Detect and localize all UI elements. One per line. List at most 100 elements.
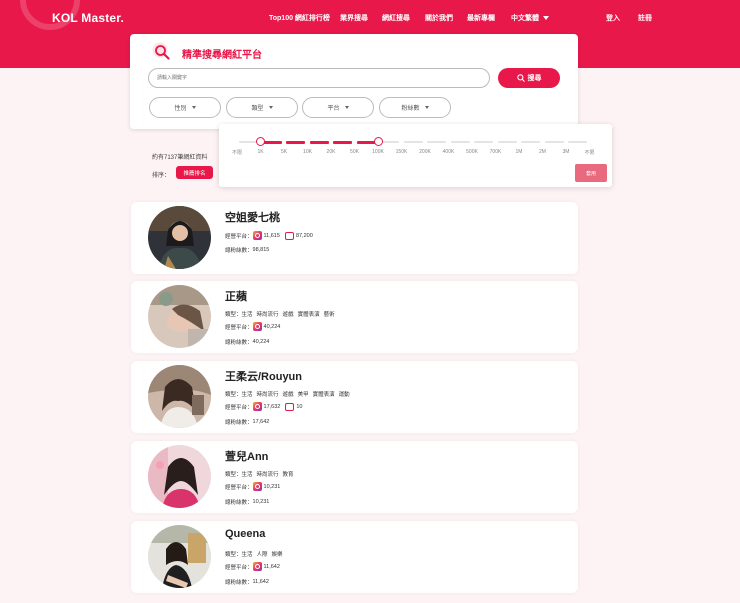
slider-segment (427, 141, 446, 143)
language-selector[interactable]: 中文繁體 (511, 13, 549, 23)
tag: 藝術 (323, 312, 335, 318)
avatar[interactable] (148, 365, 211, 428)
kol-name[interactable]: 萱兒Ann (225, 448, 268, 464)
slider-segment (286, 140, 305, 144)
search-button-label: 搜尋 (527, 75, 542, 82)
kol-card[interactable]: 王柔云/Rouyun 類型： 生活 時尚流行 遊戲 美甲 實體表演 運動 經營平… (131, 361, 578, 433)
kol-card[interactable]: 萱兒Ann 類型： 生活 時尚流行 教育 經營平台： 10,231 總粉絲數： 1… (131, 441, 578, 513)
tag: 美甲 (297, 392, 309, 398)
youtube-count: 10 (296, 403, 303, 410)
tag: 生活 (241, 472, 253, 478)
filter-gender[interactable]: 性別 (149, 97, 221, 118)
platform-label: 經營平台： (225, 324, 253, 331)
slider-tick-label: 200K (419, 149, 431, 155)
search-input[interactable] (148, 68, 490, 88)
nav-about[interactable]: 關於我們 (425, 13, 453, 23)
slider-segment (262, 140, 282, 144)
search-title: 精準搜尋網紅平台 (182, 50, 262, 61)
filter-type[interactable]: 類型 (226, 97, 298, 118)
platform-row: 經營平台： 11,642 (225, 562, 280, 571)
instagram-count: 40,224 (263, 323, 281, 330)
nav-industry-search[interactable]: 業界搜尋 (340, 13, 368, 23)
tag: 生活 (241, 392, 253, 398)
avatar[interactable] (148, 525, 211, 588)
follower-range-dropdown: 不限 1K 5K 10K 20K 50K 100K 150K 200K 400K 500K 700K 1… (219, 124, 612, 187)
search-button[interactable]: 搜尋 (498, 68, 560, 88)
slider-tick-label: 不限 (231, 150, 243, 156)
slider-segment (544, 141, 564, 143)
youtube-icon (285, 402, 295, 411)
filter-platform[interactable]: 平台 (302, 97, 374, 118)
platform-row: 經營平台： 11,615 87,200 (225, 231, 313, 240)
slider-tick-label: 50K (350, 149, 359, 155)
register-link[interactable]: 註冊 (638, 13, 652, 23)
kol-name[interactable]: 王柔云/Rouyun (225, 368, 302, 384)
slider-tick-label: 1K (257, 149, 264, 155)
chevron-down-icon (424, 106, 429, 109)
kol-name[interactable]: 正蘋 (225, 288, 247, 304)
chevron-down-icon (543, 16, 549, 21)
instagram-count: 17,632 (263, 403, 281, 410)
nav-kol-search[interactable]: 網紅搜尋 (382, 13, 410, 23)
youtube-icon (284, 231, 294, 240)
platform-label: 經營平台： (225, 484, 253, 491)
nav-articles[interactable]: 最新專欄 (467, 13, 495, 23)
login-link[interactable]: 登入 (606, 13, 620, 23)
filter-followers-label: 粉絲數 (401, 106, 420, 112)
language-label: 中文繁體 (511, 15, 539, 22)
slider-tick-label: 150K (395, 149, 408, 155)
type-row: 類型： 生活 人際 娛樂 (225, 550, 283, 558)
type-row: 類型： 生活 時尚流行 遊戲 美甲 實體表演 運動 (225, 390, 350, 398)
instagram-count: 11,642 (263, 563, 280, 570)
kol-name[interactable]: Queena (225, 528, 265, 540)
kol-card[interactable]: 正蘋 類型： 生活 時尚流行 遊戲 實體表演 藝術 經營平台： 40,224 總… (131, 281, 578, 353)
avatar[interactable] (148, 206, 211, 269)
followers-total: 98,815 (252, 247, 270, 253)
tag: 遊戲 (282, 312, 294, 318)
avatar[interactable] (148, 445, 211, 508)
platform-label: 經營平台： (225, 233, 253, 240)
platform-row: 經營平台： 10,231 (225, 482, 280, 491)
magnifier-icon (152, 42, 170, 60)
tag: 生活 (241, 552, 253, 558)
followers-label: 總粉絲數： (225, 420, 253, 426)
apply-button[interactable]: 套用 (575, 164, 607, 182)
platform-row: 經營平台： 17,632 10 (225, 402, 302, 411)
platform-row: 經營平台： 40,224 (225, 322, 280, 331)
followers-row: 總粉絲數： 17,642 (225, 418, 269, 426)
site-logo[interactable]: KOL Master. (52, 11, 124, 25)
platform-label: 經營平台： (225, 564, 253, 571)
followers-row: 總粉絲數： 98,815 (225, 246, 269, 254)
nav-top100[interactable]: Top100 網紅排行榜 (269, 13, 330, 23)
filter-gender-label: 性別 (174, 106, 187, 112)
follower-range-slider[interactable] (237, 137, 592, 146)
tag: 人際 (256, 552, 268, 558)
kol-card[interactable]: 空姐愛七桃 經營平台： 11,615 87,200 總粉絲數： 98,815 (131, 202, 578, 274)
instagram-count: 11,615 (263, 232, 280, 239)
sort-label: 排序： (152, 173, 171, 179)
avatar[interactable] (148, 285, 211, 348)
slider-segment (309, 140, 329, 144)
instagram-count: 10,231 (263, 483, 281, 490)
instagram-icon (252, 562, 262, 571)
sort-recommended-button[interactable]: 推薦排名 (176, 166, 213, 179)
instagram-icon (252, 482, 262, 491)
tag: 時尚流行 (256, 312, 279, 318)
kol-name[interactable]: 空姐愛七桃 (225, 209, 280, 225)
slider-handle-min[interactable] (256, 137, 265, 146)
slider-tick-label: 20K (326, 149, 336, 155)
tag: 實體表演 (297, 312, 320, 318)
kol-card[interactable]: Queena 類型： 生活 人際 娛樂 經營平台： 11,642 總粉絲數： 11… (131, 521, 578, 593)
instagram-icon (252, 402, 262, 411)
slider-tick-label: 2M (539, 149, 546, 155)
tag: 實體表演 (312, 392, 335, 398)
filter-followers[interactable]: 粉絲數 (379, 97, 451, 118)
followers-total: 11,642 (252, 579, 269, 585)
slider-handle-max[interactable] (373, 137, 383, 146)
followers-row: 總粉絲數： 10,231 (225, 498, 269, 506)
followers-total: 10,231 (252, 499, 270, 505)
slider-tick-label: 3M (562, 149, 570, 155)
slider-tick-label: 10K (303, 149, 312, 155)
followers-label: 總粉絲數： (225, 340, 253, 346)
tag: 運動 (338, 392, 350, 398)
